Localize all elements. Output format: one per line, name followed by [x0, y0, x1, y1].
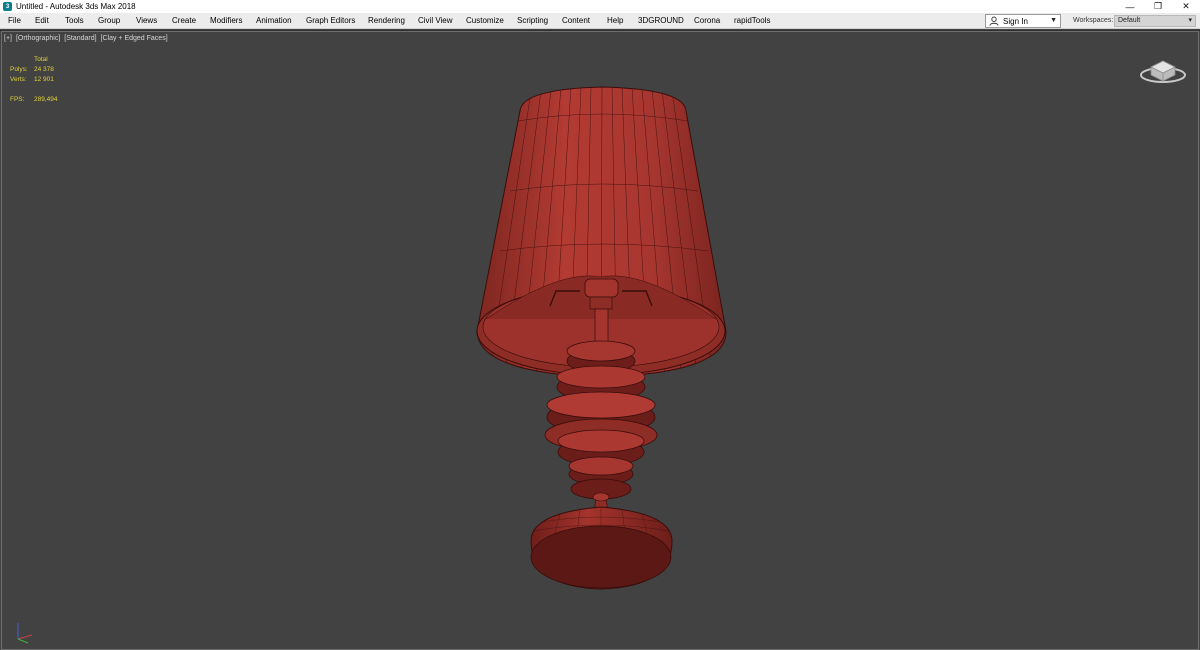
workspaces-label: Workspaces: — [1073, 17, 1114, 24]
title-bar: 3 Untitled - Autodesk 3ds Max 2018 — ❐ ✕ — [0, 0, 1200, 13]
window-controls: — ❐ ✕ — [1116, 0, 1200, 13]
menu-corona[interactable]: Corona — [694, 13, 720, 29]
menu-rapidtools[interactable]: rapidTools — [734, 13, 770, 29]
user-icon — [989, 16, 999, 26]
close-button[interactable]: ✕ — [1172, 0, 1200, 13]
menu-tools[interactable]: Tools — [65, 13, 84, 29]
viewport-orthographic[interactable]: [+] [Orthographic] [Standard] [Clay + Ed… — [0, 30, 1200, 650]
menu-bar: File Edit Tools Group Views Create Modif… — [0, 13, 1200, 29]
menu-rendering[interactable]: Rendering — [368, 13, 405, 29]
workspaces-select[interactable]: Default ▾ — [1114, 15, 1196, 27]
menu-content[interactable]: Content — [562, 13, 590, 29]
menu-group[interactable]: Group — [98, 13, 120, 29]
menu-edit[interactable]: Edit — [35, 13, 49, 29]
menu-file[interactable]: File — [8, 13, 21, 29]
workspaces-value: Default — [1118, 17, 1141, 24]
menu-views[interactable]: Views — [136, 13, 157, 29]
menu-animation[interactable]: Animation — [256, 13, 292, 29]
window-title: Untitled - Autodesk 3ds Max 2018 — [16, 2, 136, 11]
chevron-down-icon: ▼ — [1050, 17, 1057, 24]
sign-in-dropdown[interactable]: Sign In ▼ — [985, 14, 1061, 28]
lamp-model[interactable] — [0, 31, 1200, 650]
menu-3dground[interactable]: 3DGROUND — [638, 13, 684, 29]
3ds-max-icon: 3 — [3, 2, 12, 11]
restore-button[interactable]: ❐ — [1144, 0, 1172, 13]
chevron-down-icon: ▾ — [1188, 17, 1192, 24]
menu-graph-editors[interactable]: Graph Editors — [306, 13, 355, 29]
minimize-button[interactable]: — — [1116, 0, 1144, 13]
menu-civil-view[interactable]: Civil View — [418, 13, 453, 29]
menu-customize[interactable]: Customize — [466, 13, 504, 29]
menu-help[interactable]: Help — [607, 13, 623, 29]
sign-in-label: Sign In — [1003, 16, 1028, 26]
menu-scripting[interactable]: Scripting — [517, 13, 548, 29]
menu-modifiers[interactable]: Modifiers — [210, 13, 242, 29]
menu-create[interactable]: Create — [172, 13, 196, 29]
